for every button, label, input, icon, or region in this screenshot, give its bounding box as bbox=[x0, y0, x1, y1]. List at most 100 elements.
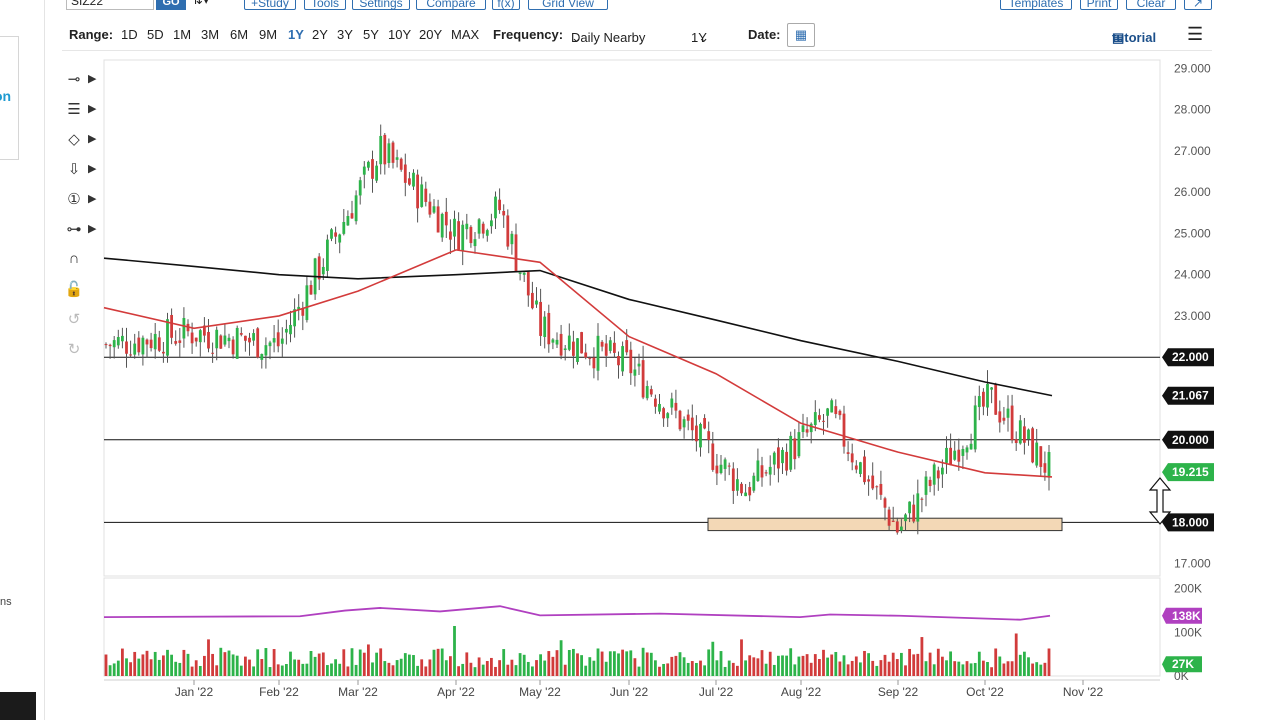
volume-bar bbox=[1006, 661, 1010, 676]
volume-bar bbox=[883, 654, 887, 676]
candle-up bbox=[330, 229, 333, 239]
volume-bar bbox=[682, 657, 686, 676]
candle-down bbox=[547, 312, 551, 345]
candle-down bbox=[334, 232, 337, 237]
volume-bar bbox=[449, 656, 452, 676]
volume-bar bbox=[231, 654, 235, 676]
volume-bar bbox=[740, 639, 743, 676]
volume-bar bbox=[748, 655, 752, 676]
candle-down bbox=[244, 335, 247, 341]
x-tick-label: Jan '22 bbox=[175, 685, 214, 699]
volume-bar bbox=[666, 663, 670, 676]
volume-bar bbox=[280, 665, 284, 676]
volume-bar bbox=[986, 662, 989, 676]
volume-bar bbox=[932, 664, 936, 676]
candle-up bbox=[977, 396, 981, 408]
volume-bar bbox=[416, 665, 419, 676]
candle-down bbox=[157, 337, 161, 351]
candle-up bbox=[227, 337, 231, 342]
candle-up bbox=[268, 342, 272, 347]
volume-bar bbox=[863, 650, 866, 676]
volume-bar bbox=[850, 660, 854, 676]
volume-bar bbox=[408, 654, 411, 676]
volume-bar bbox=[805, 654, 809, 676]
price-chart[interactable]: 29.000 28.000 27.000 26.000 25.000 24.000 23.0… bbox=[0, 0, 1280, 720]
volume-bar bbox=[760, 650, 764, 676]
x-tick-label: Feb '22 bbox=[259, 685, 299, 699]
volume-bar bbox=[469, 662, 473, 676]
volume-bar bbox=[859, 662, 862, 676]
volume-bar bbox=[473, 667, 477, 676]
volume-bar bbox=[531, 666, 534, 676]
candle-up bbox=[116, 337, 120, 346]
candle-up bbox=[621, 346, 624, 372]
candle-up bbox=[756, 460, 760, 481]
candle-up bbox=[485, 230, 489, 236]
candle-down bbox=[444, 211, 448, 226]
volume-bar bbox=[170, 654, 173, 676]
volume-bar bbox=[305, 663, 309, 676]
volume-bar bbox=[424, 666, 428, 676]
candle-up bbox=[904, 514, 907, 522]
volume-bar bbox=[485, 661, 489, 676]
volume-bar bbox=[547, 651, 551, 676]
volume-bar bbox=[854, 656, 858, 676]
candle-down bbox=[350, 213, 354, 219]
volume-bar bbox=[916, 653, 920, 676]
volume-bar bbox=[563, 664, 567, 676]
candle-up bbox=[133, 343, 137, 355]
volume-bar bbox=[649, 652, 653, 676]
volume-bar bbox=[678, 652, 682, 676]
candle-down bbox=[604, 343, 608, 356]
volume-tick-label: 100K bbox=[1174, 625, 1202, 639]
price-tick-label: 23.000 bbox=[1174, 309, 1211, 323]
candle-up bbox=[699, 424, 702, 448]
volume-bar bbox=[1010, 661, 1014, 676]
candle-down bbox=[641, 360, 645, 398]
candle-up bbox=[924, 476, 928, 495]
volume-tick-label: 200K bbox=[1174, 582, 1202, 596]
volume-bar bbox=[293, 659, 296, 676]
volume-bar bbox=[174, 661, 178, 676]
candle-down bbox=[785, 451, 788, 471]
candle-down bbox=[391, 142, 395, 163]
volume-bar bbox=[260, 659, 264, 676]
volume-bar bbox=[1014, 633, 1018, 676]
volume-bar bbox=[871, 660, 875, 676]
candle-up bbox=[789, 435, 793, 470]
candle-up bbox=[916, 493, 920, 522]
candle-down bbox=[592, 357, 596, 369]
candle-up bbox=[666, 413, 670, 419]
volume-bar bbox=[203, 655, 206, 676]
volume-bar bbox=[186, 653, 190, 676]
volume-bar bbox=[125, 658, 128, 676]
candle-up bbox=[141, 337, 145, 355]
candle-up bbox=[1018, 420, 1022, 444]
candle-down bbox=[994, 384, 998, 415]
volume-bar bbox=[969, 663, 973, 676]
volume-bar bbox=[695, 662, 698, 676]
candle-down bbox=[654, 398, 657, 407]
candle-up bbox=[412, 172, 415, 187]
volume-bar bbox=[272, 649, 276, 676]
candle-up bbox=[1047, 452, 1051, 478]
volume-bar bbox=[166, 649, 169, 676]
volume-bar bbox=[641, 647, 645, 676]
candle-down bbox=[108, 344, 112, 347]
candle-up bbox=[453, 218, 456, 237]
candle-up bbox=[859, 462, 862, 474]
volume-bar bbox=[182, 649, 186, 676]
candle-up bbox=[576, 338, 579, 362]
candle-down bbox=[539, 301, 542, 336]
volume-bar bbox=[133, 651, 137, 676]
candle-down bbox=[403, 164, 407, 183]
volume-bar bbox=[1018, 654, 1022, 676]
volume-bar bbox=[580, 655, 583, 676]
volume-bar bbox=[846, 664, 850, 676]
candle-up bbox=[543, 316, 547, 338]
candle-up bbox=[813, 412, 817, 426]
candle-up bbox=[658, 403, 661, 412]
candle-up bbox=[235, 327, 239, 359]
volume-bar bbox=[494, 666, 497, 676]
candle-up bbox=[986, 383, 989, 408]
